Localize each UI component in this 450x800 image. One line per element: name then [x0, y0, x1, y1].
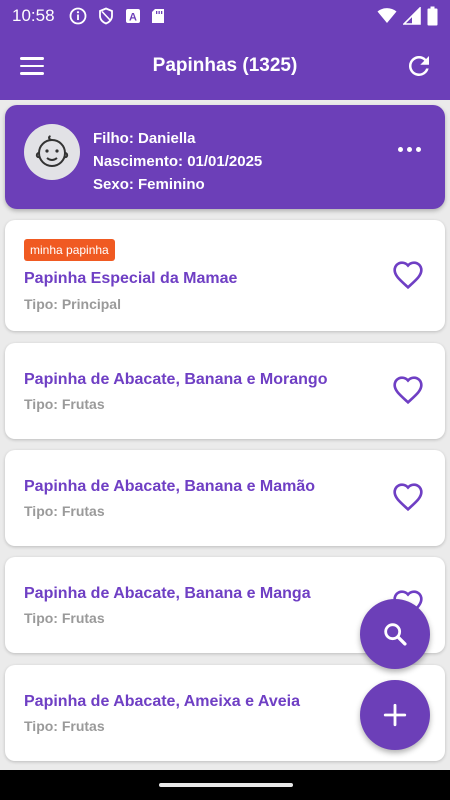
my-recipe-badge: minha papinha [24, 239, 115, 261]
signal-icon [403, 7, 421, 25]
baby-face-icon [35, 135, 69, 167]
recipe-type: Tipo: Principal [24, 296, 121, 312]
battery-icon [427, 6, 438, 26]
recipe-name: Papinha de Abacate, Banana e Manga [24, 585, 311, 602]
wifi-icon [377, 8, 397, 23]
svg-text:A: A [129, 12, 137, 24]
child-profile-card[interactable]: Filho: Daniella Nascimento: 01/01/2025 S… [5, 105, 445, 209]
page-title: Papinhas (1325) [152, 55, 298, 76]
recipe-type: Tipo: Frutas [24, 396, 105, 412]
child-birthdate: Nascimento: 01/01/2025 [93, 153, 263, 170]
plus-icon [383, 703, 407, 727]
status-time: 10:58 [12, 6, 55, 25]
recipe-name: Papinha de Abacate, Ameixa e Aveia [24, 693, 300, 710]
status-bar: 10:58 A [0, 0, 450, 32]
recipe-type: Tipo: Frutas [24, 503, 105, 519]
more-horizontal-icon[interactable] [398, 147, 421, 152]
add-recipe-button[interactable] [360, 680, 430, 750]
child-info: Filho: Daniella Nascimento: 01/01/2025 S… [93, 127, 262, 196]
sd-card-icon [151, 9, 164, 23]
home-gesture-handle[interactable] [159, 783, 293, 787]
hamburger-menu-icon[interactable] [20, 52, 50, 80]
heart-icon[interactable] [391, 482, 425, 514]
shield-icon [98, 7, 113, 25]
system-nav-bar [0, 770, 450, 800]
avatar [24, 124, 80, 180]
recipe-list[interactable]: Filho: Daniella Nascimento: 01/01/2025 S… [0, 100, 450, 770]
child-name: Filho: Daniella [93, 130, 196, 147]
app-bar: Papinhas (1325) [0, 32, 450, 100]
recipe-name: Papinha de Abacate, Banana e Mamão [24, 478, 316, 495]
recipe-card[interactable]: minha papinha Papinha Especial da Mamae … [5, 220, 445, 331]
recipe-name: Papinha de Abacate, Banana e Morango [24, 371, 328, 388]
recipe-card[interactable]: Papinha de Abacate, Banana e Mamão Tipo:… [5, 450, 445, 546]
recipe-name: Papinha Especial da Mamae [24, 270, 238, 287]
recipe-type: Tipo: Frutas [24, 610, 105, 626]
recipe-card[interactable]: Papinha de Abacate, Banana e Morango Tip… [5, 343, 445, 439]
search-icon [384, 623, 407, 646]
child-sex: Sexo: Feminino [93, 176, 205, 193]
font-a-icon: A [125, 9, 140, 24]
heart-icon[interactable] [391, 375, 425, 407]
heart-icon[interactable] [391, 260, 425, 292]
refresh-icon[interactable] [404, 51, 434, 81]
info-icon [69, 7, 86, 25]
search-button[interactable] [360, 599, 430, 669]
recipe-type: Tipo: Frutas [24, 718, 105, 734]
